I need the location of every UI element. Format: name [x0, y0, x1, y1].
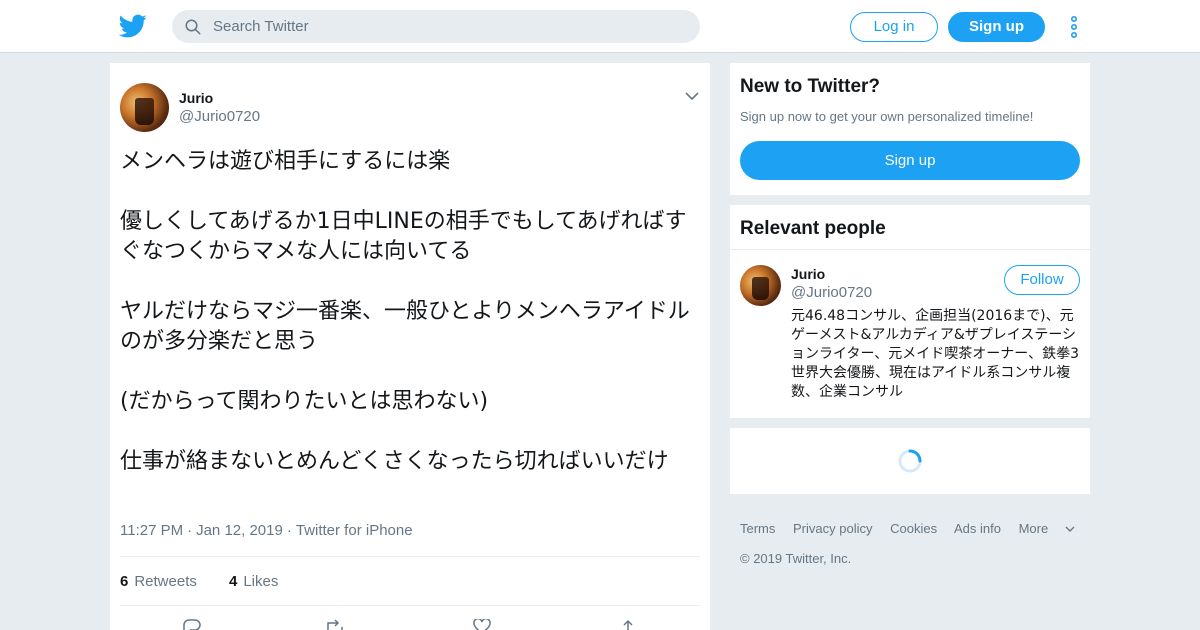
tweet-text: メンヘラは遊び相手にするには楽 優しくしてあげるか1日中LINEの相手でもしてあ… [120, 149, 690, 474]
like-icon[interactable] [471, 619, 493, 630]
search-input[interactable]: Search Twitter [213, 18, 309, 35]
tweet-source: Twitter for iPhone [295, 522, 413, 539]
avatar[interactable] [740, 265, 781, 306]
person-handle[interactable]: @Jurio0720 [791, 284, 872, 301]
chevron-down-icon [1065, 526, 1075, 533]
signup-panel: New to Twitter? Sign up now to get your … [730, 63, 1090, 195]
relevant-people-panel: Relevant people Jurio @Jurio0720 Follow … [730, 205, 1090, 418]
loading-panel [730, 428, 1090, 494]
signup-panel-button[interactable]: Sign up [740, 141, 1080, 180]
divider [730, 249, 1090, 250]
search-bar[interactable]: Search Twitter [172, 10, 700, 43]
signup-button[interactable]: Sign up [948, 12, 1045, 42]
retweets-stat[interactable]: 6 Retweets [120, 573, 197, 590]
tweet-author-handle[interactable]: @Jurio0720 [179, 108, 260, 125]
tweet-stats: 6 Retweets 4 Likes [120, 556, 700, 606]
tweet-date: Jan 12, 2019 [196, 522, 283, 539]
signup-panel-heading: New to Twitter? [740, 76, 881, 97]
footer-link-more-label: More [1018, 521, 1049, 536]
footer-links: Terms Privacy policy Cookies Ads info Mo… [740, 521, 1090, 536]
tweet-timestamp[interactable]: 11:27 PM · Jan 12, 2019 · Twitter for iPhone [120, 522, 413, 539]
footer-link-more[interactable]: More [1019, 521, 1076, 536]
likes-stat[interactable]: 4 Likes [229, 573, 278, 590]
twitter-bird-icon[interactable] [119, 12, 147, 40]
footer-link-privacy[interactable]: Privacy policy [793, 521, 872, 536]
copyright: © 2019 Twitter, Inc. [740, 551, 852, 566]
footer-link-cookies[interactable]: Cookies [890, 521, 937, 536]
top-navigation-bar: Search Twitter Log in Sign up [0, 0, 1200, 53]
footer-link-terms[interactable]: Terms [740, 521, 775, 536]
likes-label: Likes [243, 573, 279, 590]
share-icon[interactable] [617, 619, 639, 630]
retweets-count: 6 [120, 573, 129, 590]
more-vertical-icon[interactable] [1068, 14, 1080, 40]
signup-panel-subtext: Sign up now to get your own personalized… [740, 109, 1034, 124]
retweet-icon[interactable] [324, 619, 346, 630]
tweet-card: Jurio @Jurio0720 メンヘラは遊び相手にするには楽 優しくしてあげ… [110, 63, 710, 630]
person-name[interactable]: Jurio [791, 266, 825, 282]
retweets-label: Retweets [134, 573, 197, 590]
loading-spinner-icon [898, 449, 922, 473]
tweet-time: 11:27 PM [120, 522, 184, 539]
likes-count: 4 [229, 573, 238, 590]
search-icon [185, 19, 201, 35]
login-button[interactable]: Log in [850, 12, 938, 42]
footer-link-ads-info[interactable]: Ads info [954, 521, 1001, 536]
avatar[interactable] [120, 83, 169, 132]
person-bio: 元46.48コンサル、企画担当(2016まで)、元ゲーメスト&アルカディア&ザプ… [791, 308, 1080, 400]
relevant-people-heading: Relevant people [740, 218, 886, 239]
follow-button[interactable]: Follow [1004, 265, 1080, 295]
tweet-author-name[interactable]: Jurio [179, 90, 213, 106]
reply-icon[interactable] [181, 619, 203, 630]
chevron-down-icon[interactable] [685, 91, 699, 101]
